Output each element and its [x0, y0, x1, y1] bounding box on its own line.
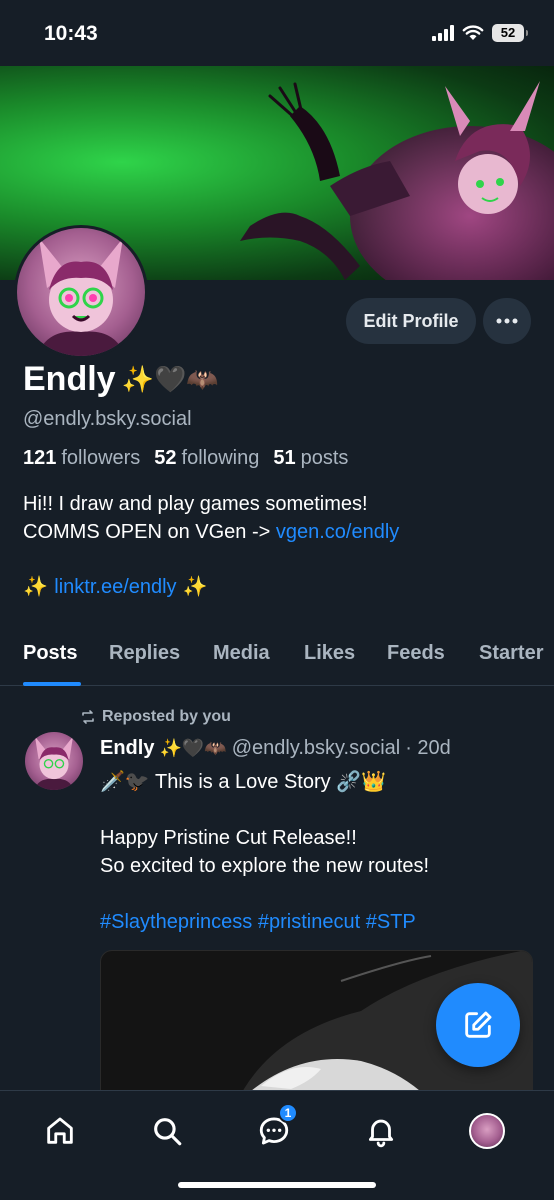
status-bar: 10:43 52: [0, 0, 554, 66]
post-hashtags[interactable]: #Slaytheprincess #pristinecut #STP: [100, 908, 540, 936]
nav-chat[interactable]: 1: [254, 1103, 298, 1151]
posts-stat: 51 posts: [273, 447, 349, 469]
repost-indicator: Reposted by you: [80, 708, 231, 726]
cellular-signal-icon: [432, 25, 454, 41]
nav-home[interactable]: [40, 1111, 80, 1151]
profile-stats: 121 followers 52 following 51 posts: [23, 447, 348, 470]
status-time: 10:43: [44, 22, 98, 45]
nav-search[interactable]: [147, 1111, 187, 1151]
name-emojis: ✨🖤🦇: [121, 364, 219, 395]
followers-stat[interactable]: 121 followers: [23, 447, 140, 470]
search-icon: [154, 1118, 182, 1146]
display-name: Endly: [23, 360, 116, 398]
home-icon: [47, 1117, 73, 1144]
tab-starter[interactable]: Starter: [479, 642, 543, 665]
status-icons: 52: [432, 24, 528, 42]
bio-line: COMMS OPEN on VGen -> vgen.co/endly: [23, 521, 400, 543]
battery-icon: 52: [492, 24, 528, 42]
tab-posts[interactable]: Posts: [23, 642, 77, 665]
post-body[interactable]: 🗡️🐦‍⬛ This is a Love Story ⛓️‍💥👑 Happy P…: [100, 768, 540, 936]
wifi-icon: [462, 25, 484, 40]
post-line: Happy Pristine Cut Release!!: [100, 827, 357, 849]
tab-feeds[interactable]: Feeds: [387, 642, 445, 665]
following-stat[interactable]: 52 following: [154, 447, 259, 470]
ellipsis-icon: [496, 318, 518, 324]
chat-unread-badge: 1: [278, 1103, 298, 1123]
profile-handle: @endly.bsky.social: [23, 408, 192, 430]
nav-profile-avatar: [469, 1113, 505, 1149]
tab-likes[interactable]: Likes: [304, 642, 355, 665]
tab-replies[interactable]: Replies: [109, 642, 180, 665]
bell-icon: [368, 1119, 394, 1148]
bio-links-row: ✨ linktr.ee/endly ✨: [23, 574, 208, 598]
display-name-row: Endly ✨🖤🦇: [23, 360, 219, 399]
post-time[interactable]: · 20d: [405, 737, 451, 760]
post-author-avatar[interactable]: [25, 732, 83, 790]
linktree-link[interactable]: linktr.ee/endly: [54, 576, 176, 598]
repost-label: Reposted by you: [102, 708, 231, 725]
more-options-button[interactable]: [483, 298, 531, 344]
repost-icon: [82, 710, 94, 724]
profile-tabs: Posts Replies Media Likes Feeds Starter: [0, 636, 554, 686]
post-avatar-artwork: [34, 736, 74, 790]
post-line: 🗡️🐦‍⬛ This is a Love Story ⛓️‍💥👑: [100, 771, 386, 793]
post-author-handle[interactable]: @endly.bsky.social: [232, 737, 401, 760]
post-author-emojis: ✨🖤🦇: [159, 738, 227, 759]
profile-avatar[interactable]: [14, 225, 148, 359]
compose-icon: [465, 1011, 492, 1038]
post-header: Endly ✨🖤🦇 @endly.bsky.social · 20d: [100, 737, 451, 760]
compose-post-button[interactable]: [436, 983, 520, 1067]
home-indicator: [178, 1182, 376, 1188]
bio-line: Hi!! I draw and play games sometimes!: [23, 493, 368, 515]
nav-notifications[interactable]: [361, 1111, 401, 1151]
profile-bio: Hi!! I draw and play games sometimes! CO…: [23, 490, 399, 546]
edit-profile-button[interactable]: Edit Profile: [346, 298, 476, 344]
nav-profile[interactable]: [467, 1111, 507, 1151]
vgen-link[interactable]: vgen.co/endly: [276, 521, 399, 543]
avatar-artwork: [37, 238, 125, 356]
tab-media[interactable]: Media: [213, 642, 270, 665]
active-tab-indicator: [23, 682, 81, 686]
post-line: So excited to explore the new routes!: [100, 855, 430, 877]
post-author-name[interactable]: Endly: [100, 737, 154, 760]
